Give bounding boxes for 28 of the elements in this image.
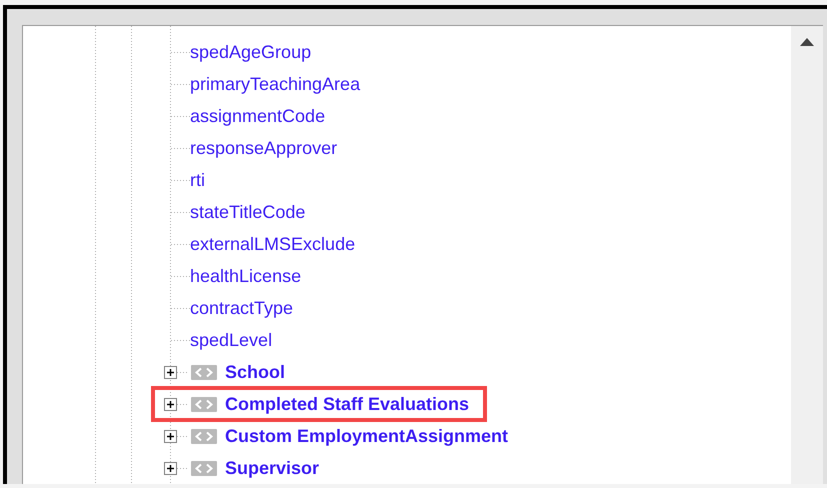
- code-tag-icon: [191, 428, 217, 444]
- group-item[interactable]: Custom EmploymentAssignment: [225, 426, 508, 446]
- plus-icon: [166, 368, 175, 376]
- field-item[interactable]: spedLevel: [190, 330, 272, 350]
- code-tag-icon: [191, 396, 217, 412]
- field-item[interactable]: spedAgeGroup: [190, 42, 312, 62]
- expand-toggle[interactable]: [164, 366, 177, 378]
- field-item[interactable]: assignmentCode: [190, 106, 326, 126]
- expand-toggle[interactable]: [164, 430, 177, 442]
- plus-icon: [166, 432, 175, 440]
- field-item[interactable]: rti: [190, 170, 205, 190]
- field-item[interactable]: contractType: [190, 298, 294, 318]
- group-item[interactable]: Completed Staff Evaluations: [225, 394, 470, 414]
- expand-toggle[interactable]: [164, 462, 177, 474]
- plus-icon: [166, 464, 175, 472]
- plus-icon: [166, 400, 175, 408]
- expand-toggle[interactable]: [164, 398, 177, 410]
- scroll-up-icon[interactable]: [800, 38, 814, 46]
- field-item[interactable]: primaryTeachingArea: [190, 74, 360, 94]
- group-item[interactable]: School: [225, 362, 286, 382]
- group-item[interactable]: Supervisor: [225, 458, 320, 478]
- field-item[interactable]: stateTitleCode: [190, 202, 306, 222]
- field-item[interactable]: externalLMSExclude: [190, 234, 356, 254]
- field-item[interactable]: responseApprover: [190, 138, 338, 158]
- code-tag-icon: [191, 364, 217, 380]
- scrollbar[interactable]: [791, 26, 823, 484]
- field-item[interactable]: healthLicense: [190, 266, 302, 286]
- code-tag-icon: [191, 460, 217, 476]
